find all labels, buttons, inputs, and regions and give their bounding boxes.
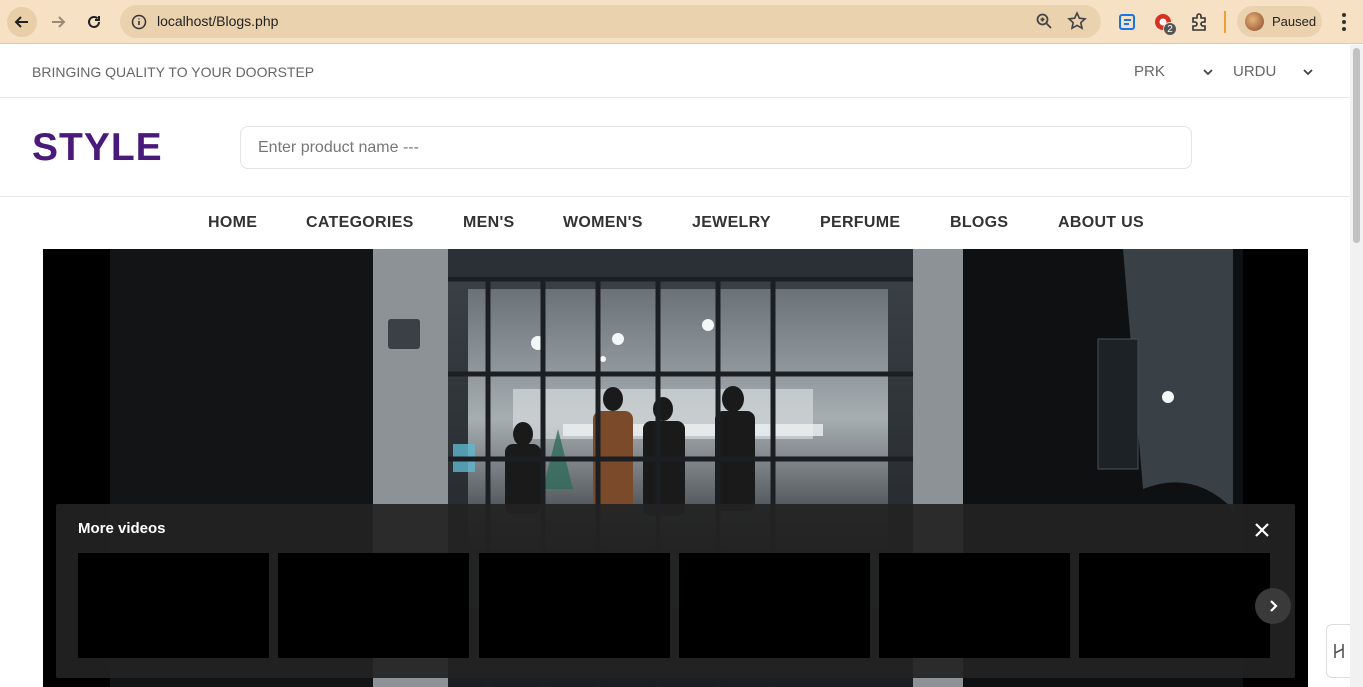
next-videos-button[interactable] (1255, 588, 1291, 624)
video-thumbnail[interactable] (1079, 553, 1270, 658)
tagline: BRINGING QUALITY TO YOUR DOORSTEP (32, 64, 315, 80)
back-button[interactable] (7, 7, 37, 37)
url-text[interactable]: localhost/Blogs.php (157, 13, 278, 29)
currency-select[interactable]: PRK (1134, 63, 1214, 80)
nav-perfume[interactable]: PERFUME (820, 214, 900, 232)
search-input[interactable] (240, 126, 1192, 169)
browser-toolbar: localhost/Blogs.php 2 Paused (0, 0, 1363, 44)
nav-home[interactable]: HOME (208, 214, 257, 232)
nav-jewelry[interactable]: JEWELRY (692, 214, 771, 232)
video-thumbnail[interactable] (78, 553, 269, 658)
address-bar[interactable]: localhost/Blogs.php (120, 5, 1101, 38)
arrow-left-icon (14, 16, 28, 28)
arrow-right-icon (52, 16, 66, 28)
nav-mens[interactable]: MEN'S (463, 214, 515, 232)
chevron-down-icon (1203, 69, 1213, 76)
nav-blogs[interactable]: BLOGS (950, 214, 1008, 232)
nav-womens[interactable]: WOMEN'S (563, 214, 643, 232)
nav-categories[interactable]: CATEGORIES (306, 214, 414, 232)
reload-icon (88, 15, 100, 28)
video-thumbnail[interactable] (879, 553, 1070, 658)
top-info-bar: BRINGING QUALITY TO YOUR DOORSTEP PRK UR… (0, 45, 1350, 98)
close-icon[interactable] (1250, 518, 1274, 542)
bookmark-star-icon[interactable] (1067, 11, 1087, 36)
site-header: STYLE (0, 98, 1350, 197)
browser-menu-icon[interactable] (1335, 10, 1353, 34)
chevron-down-icon (1303, 69, 1313, 76)
page-scrollbar[interactable] (1350, 45, 1363, 687)
video-player[interactable]: More videos (43, 249, 1308, 687)
extension-badge: 2 (1163, 22, 1177, 36)
zoom-icon[interactable] (1035, 12, 1053, 35)
avatar (1245, 12, 1264, 31)
currency-value: PRK (1134, 63, 1165, 80)
scrollbar-thumb[interactable] (1353, 48, 1360, 243)
extension-icon-blue[interactable] (1115, 10, 1139, 34)
profile-button[interactable]: Paused (1237, 6, 1322, 37)
video-thumbnail[interactable] (479, 553, 670, 658)
grip-icon (1333, 644, 1344, 658)
nav-about-us[interactable]: ABOUT US (1058, 214, 1144, 232)
toolbar-divider (1224, 11, 1226, 33)
extensions-puzzle-icon[interactable] (1187, 10, 1211, 34)
more-videos-title: More videos (78, 520, 166, 537)
extension-icon-red[interactable]: 2 (1151, 10, 1177, 36)
site-info-icon[interactable] (129, 12, 148, 31)
video-thumbnail[interactable] (679, 553, 870, 658)
reload-button[interactable] (79, 7, 109, 37)
more-videos-panel: More videos (56, 504, 1295, 678)
floating-helper-button[interactable] (1326, 624, 1350, 678)
site-logo[interactable]: STYLE (32, 126, 163, 170)
forward-button[interactable] (43, 7, 73, 37)
chevron-right-icon (1270, 600, 1278, 612)
profile-status: Paused (1272, 14, 1317, 29)
language-select[interactable]: URDU (1233, 63, 1315, 80)
main-nav: HOME CATEGORIES MEN'S WOMEN'S JEWELRY PE… (0, 198, 1350, 248)
language-value: URDU (1233, 63, 1277, 80)
video-thumbnail[interactable] (278, 553, 469, 658)
